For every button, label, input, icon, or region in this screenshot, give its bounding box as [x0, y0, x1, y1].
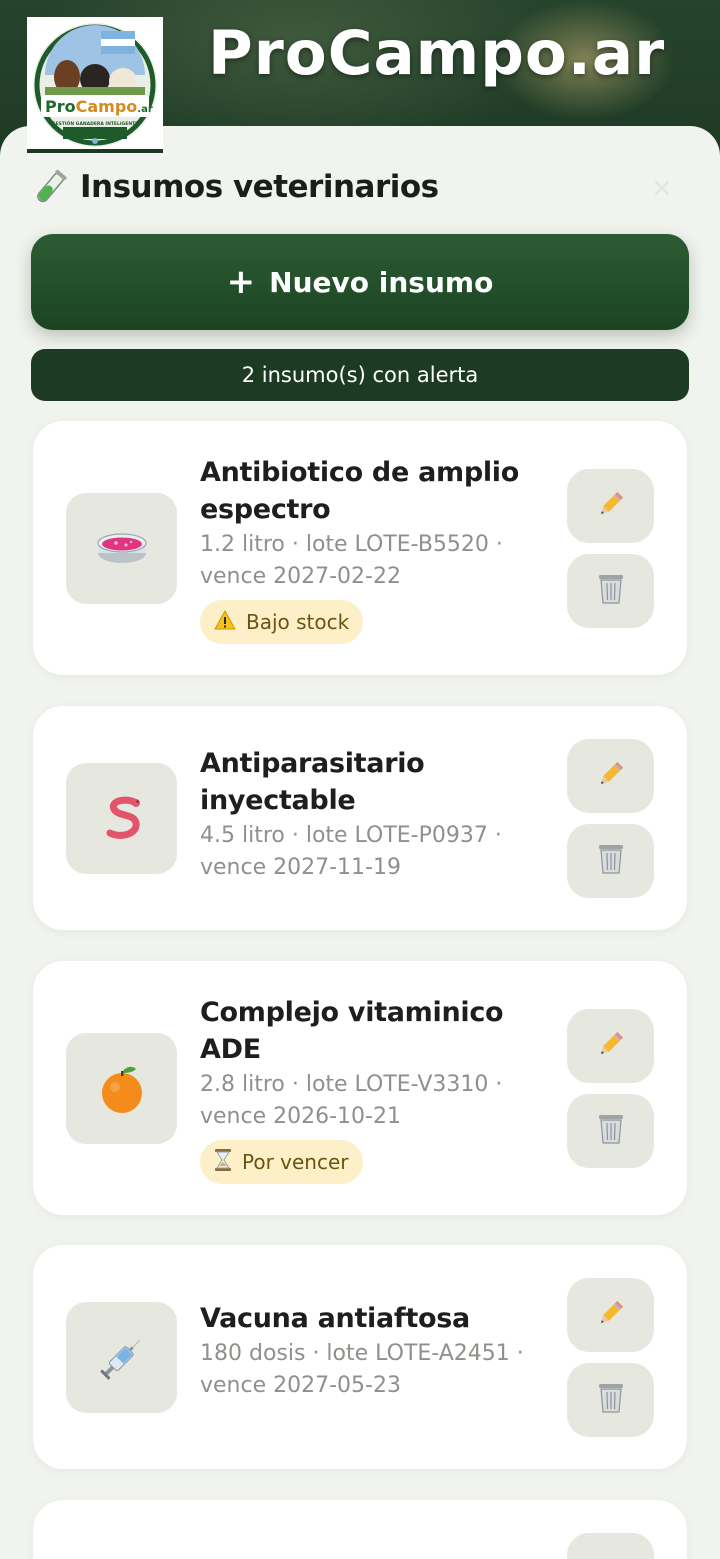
- supply-meta-line: vence 2027-11-19: [200, 855, 401, 880]
- pencil-icon: [596, 1298, 626, 1332]
- supply-info: Complejo vitaminico ADE 2.8 litro · lote…: [200, 994, 545, 1184]
- status-badge: Por vencer: [200, 1140, 363, 1184]
- supply-name-line: Antibiotico de amplio: [200, 457, 520, 488]
- pencil-icon: [596, 759, 626, 793]
- supply-name-line: Vacuna antiaftosa: [200, 1303, 470, 1334]
- delete-button[interactable]: [567, 1094, 654, 1168]
- supply-meta-line: 1.2 litro · lote LOTE-B5520 ·: [200, 532, 503, 557]
- supply-meta: 4.5 litro · lote LOTE-P0937 · vence 2027…: [200, 820, 545, 884]
- logo-brand-text: ProCampo.ar: [45, 97, 153, 116]
- supplies-sheet: Insumos veterinarios × + Nuevo insumo 2 …: [0, 126, 720, 1559]
- edit-button[interactable]: [567, 1009, 654, 1083]
- alert-summary-bar: 2 insumo(s) con alerta: [31, 349, 689, 401]
- supply-meta: 180 dosis · lote LOTE-A2451 · vence 2027…: [200, 1338, 545, 1402]
- wastebasket-icon: [597, 1113, 625, 1149]
- status-badge: Bajo stock: [200, 600, 364, 644]
- new-supply-button[interactable]: + Nuevo insumo: [31, 234, 689, 330]
- logo-badge-icon: ProCampo.ar GESTIÓN GANADERA INTELIGENTE: [33, 23, 157, 147]
- supply-name: Antibiotico de amplio espectro: [200, 454, 545, 528]
- procampo-logo: ProCampo.ar GESTIÓN GANADERA INTELIGENTE: [27, 17, 163, 153]
- wastebasket-icon: [597, 1382, 625, 1418]
- sheet-title: Insumos veterinarios: [80, 169, 439, 205]
- supply-meta-line: 4.5 litro · lote LOTE-P0937 ·: [200, 823, 502, 848]
- sheet-header: Insumos veterinarios ×: [30, 166, 690, 210]
- supply-card: [33, 1500, 687, 1559]
- supply-meta-line: vence 2026-10-21: [200, 1104, 401, 1129]
- alert-summary-text: 2 insumo(s) con alerta: [241, 363, 479, 387]
- supply-name-line: Antiparasitario: [200, 748, 425, 779]
- test-tube-icon: [30, 168, 70, 208]
- supply-meta: 1.2 litro · lote LOTE-B5520 · vence 2027…: [200, 529, 545, 593]
- edit-button[interactable]: [567, 739, 654, 813]
- supply-name-line: inyectable: [200, 785, 356, 816]
- logo-tagline: GESTIÓN GANADERA INTELIGENTE: [52, 120, 138, 127]
- hourglass-icon: [214, 1148, 232, 1177]
- worm-icon: [66, 763, 177, 874]
- supply-meta-line: vence 2027-05-23: [200, 1373, 401, 1398]
- edit-button[interactable]: [567, 469, 654, 543]
- petri-dish-icon: [66, 493, 177, 604]
- delete-button[interactable]: [567, 1363, 654, 1437]
- delete-button[interactable]: [567, 824, 654, 898]
- status-badge-label: Por vencer: [242, 1150, 349, 1174]
- new-supply-label: Nuevo insumo: [269, 265, 494, 299]
- close-button[interactable]: ×: [642, 168, 682, 208]
- delete-button[interactable]: [567, 554, 654, 628]
- supply-meta-line: vence 2027-02-22: [200, 564, 401, 589]
- supply-name: Antiparasitario inyectable: [200, 745, 545, 819]
- app-title: ProCampo.ar: [208, 18, 666, 89]
- supply-card: Vacuna antiaftosa 180 dosis · lote LOTE-…: [33, 1245, 687, 1469]
- supply-meta-line: 2.8 litro · lote LOTE-V3310 ·: [200, 1072, 503, 1097]
- pencil-icon: [596, 1029, 626, 1063]
- warning-icon: [214, 609, 236, 635]
- wastebasket-icon: [597, 573, 625, 609]
- supply-meta: 2.8 litro · lote LOTE-V3310 · vence 2026…: [200, 1069, 545, 1133]
- supply-info: Vacuna antiaftosa 180 dosis · lote LOTE-…: [200, 1300, 545, 1402]
- supply-name: Complejo vitaminico ADE: [200, 994, 545, 1068]
- supply-name: Vacuna antiaftosa: [200, 1300, 545, 1337]
- app-screen: ProCampo.ar GESTIÓN GANADERA INTELIGENTE…: [0, 0, 720, 1559]
- supply-name-line: ADE: [200, 1034, 261, 1065]
- supply-card: Complejo vitaminico ADE 2.8 litro · lote…: [33, 961, 687, 1215]
- status-badge-label: Bajo stock: [246, 610, 350, 634]
- wastebasket-icon: [597, 843, 625, 879]
- supply-info: Antibiotico de amplio espectro 1.2 litro…: [200, 454, 545, 644]
- orange-icon: [66, 1033, 177, 1144]
- supply-name-line: Complejo vitaminico: [200, 997, 504, 1028]
- supply-name-line: espectro: [200, 494, 331, 525]
- supply-card: Antiparasitario inyectable 4.5 litro · l…: [33, 706, 687, 930]
- pencil-icon: [596, 489, 626, 523]
- edit-button[interactable]: [567, 1533, 654, 1559]
- syringe-icon: [66, 1302, 177, 1413]
- supply-info: Antiparasitario inyectable 4.5 litro · l…: [200, 745, 545, 884]
- edit-button[interactable]: [567, 1278, 654, 1352]
- plus-icon: +: [226, 262, 256, 302]
- supply-meta-line: 180 dosis · lote LOTE-A2451 ·: [200, 1341, 524, 1366]
- supply-card: Antibiotico de amplio espectro 1.2 litro…: [33, 421, 687, 675]
